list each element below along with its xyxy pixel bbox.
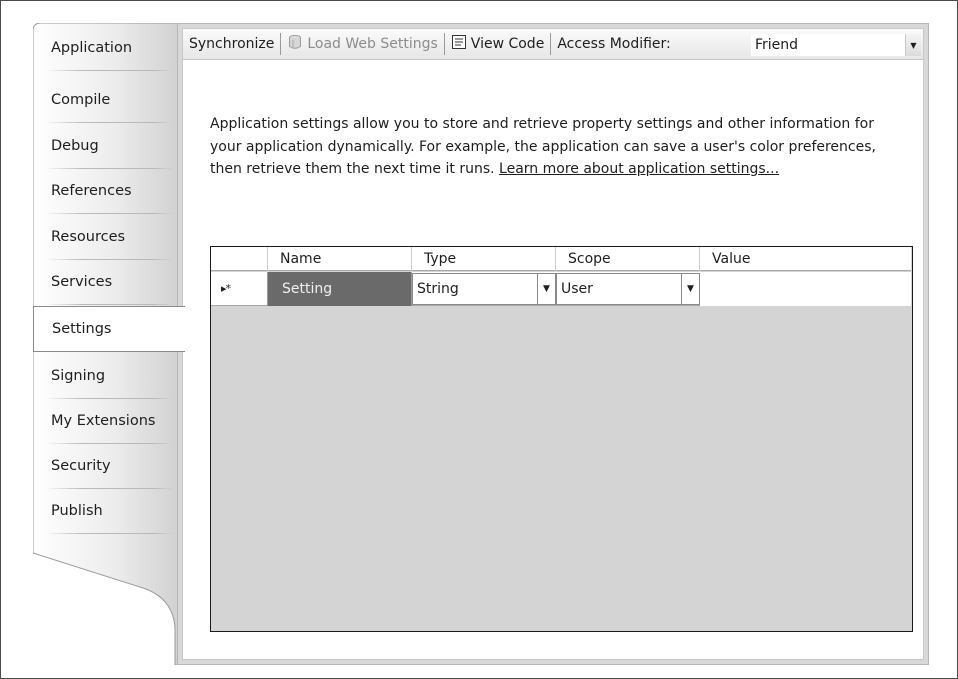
new-row-indicator-icon: ▸* — [211, 272, 268, 306]
sidebar-tabs: Application Compile Debug References Res… — [33, 23, 185, 665]
tab-debug[interactable]: Debug — [33, 123, 181, 169]
tab-label: Resources — [51, 229, 126, 245]
view-code-button[interactable]: View Code — [445, 29, 551, 59]
database-icon — [287, 34, 303, 54]
tab-references[interactable]: References — [33, 168, 181, 214]
tab-label: Publish — [51, 503, 103, 519]
tab-signing[interactable]: Signing — [33, 353, 181, 399]
learn-more-link[interactable]: Learn more about application settings... — [499, 161, 779, 177]
cell-name[interactable]: Setting — [268, 272, 412, 306]
tab-services[interactable]: Services — [33, 259, 181, 305]
chevron-down-icon[interactable]: ▼ — [905, 34, 921, 56]
tab-application[interactable]: Application — [33, 25, 181, 71]
settings-panel: Synchronize Load Web Settings View Code … — [177, 23, 929, 665]
tab-publish[interactable]: Publish — [33, 488, 181, 534]
synchronize-label: Synchronize — [189, 36, 275, 52]
window-frame: Application Compile Debug References Res… — [0, 0, 958, 679]
scope-combobox[interactable]: User ▼ — [556, 273, 700, 305]
load-web-settings-label: Load Web Settings — [307, 36, 438, 52]
settings-content: Synchronize Load Web Settings View Code … — [182, 28, 924, 660]
chevron-down-icon[interactable]: ▼ — [681, 274, 699, 304]
synchronize-button[interactable]: Synchronize — [183, 29, 280, 59]
access-modifier-value: Friend — [755, 37, 799, 53]
settings-grid[interactable]: Name Type Scope Value ▸* Setting String … — [210, 246, 913, 632]
column-header-type[interactable]: Type — [412, 247, 556, 271]
code-file-icon — [451, 34, 467, 54]
settings-description: Application settings allow you to store … — [210, 113, 900, 181]
tab-label: Security — [51, 458, 111, 474]
grid-header: Name Type Scope Value — [211, 247, 911, 271]
cell-value[interactable] — [700, 272, 911, 306]
row-header-corner — [211, 247, 268, 271]
settings-toolbar: Synchronize Load Web Settings View Code … — [183, 29, 923, 60]
tab-label: Signing — [51, 368, 106, 384]
tab-resources[interactable]: Resources — [33, 214, 181, 260]
tab-label: Compile — [51, 92, 111, 108]
tab-label: Debug — [51, 138, 99, 154]
type-combobox[interactable]: String ▼ — [412, 273, 556, 305]
tab-security[interactable]: Security — [33, 443, 181, 489]
load-web-settings-button[interactable]: Load Web Settings — [281, 29, 443, 59]
column-header-value[interactable]: Value — [700, 247, 911, 271]
tab-compile[interactable]: Compile — [33, 77, 181, 123]
tab-label: Settings — [52, 321, 112, 337]
access-modifier-dropdown[interactable]: Friend ▼ — [751, 34, 921, 56]
tab-label: References — [51, 183, 132, 199]
column-header-scope[interactable]: Scope — [556, 247, 700, 271]
scope-value: User — [561, 281, 593, 297]
access-modifier-label: Access Modifier: — [551, 29, 676, 59]
view-code-label: View Code — [470, 36, 545, 52]
table-row[interactable]: ▸* Setting String ▼ User ▼ — [211, 272, 911, 306]
chevron-down-icon[interactable]: ▼ — [537, 274, 555, 304]
tab-label: Services — [51, 274, 113, 290]
column-header-name[interactable]: Name — [268, 247, 412, 271]
tab-settings[interactable]: Settings — [33, 306, 185, 352]
tab-label: Application — [51, 40, 133, 56]
access-modifier-text: Access Modifier: — [557, 36, 671, 52]
tab-label: My Extensions — [51, 413, 156, 429]
type-value: String — [417, 281, 459, 297]
tab-my-extensions[interactable]: My Extensions — [33, 398, 181, 444]
